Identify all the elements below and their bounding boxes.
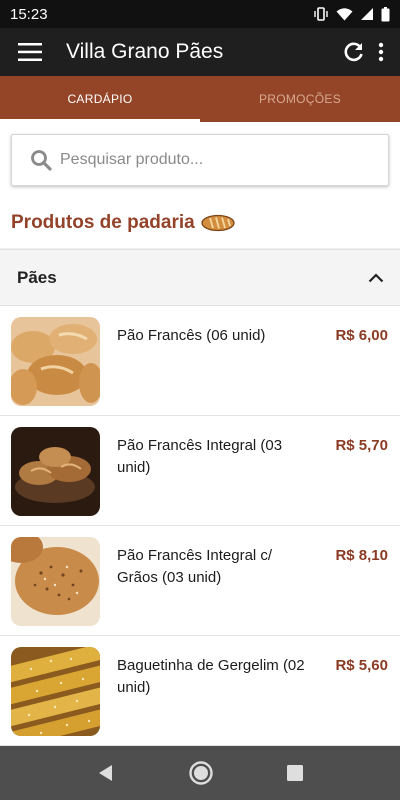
product-price: R$ 5,60 [335, 657, 388, 674]
product-list: Pão Francês (06 unid) R$ 6,00 Pão Francê… [0, 306, 400, 746]
more-vert-icon[interactable] [368, 28, 394, 76]
product-name: Pão Francês Integral (03 unid) [117, 437, 283, 476]
product-price: R$ 8,10 [335, 547, 388, 564]
app-title: Villa Grano Pães [66, 40, 224, 63]
product-image [11, 317, 100, 406]
category-title: Pães [17, 267, 57, 287]
product-item[interactable]: Pão Francês Integral (03 unid) R$ 5,70 [0, 416, 400, 526]
product-price: R$ 6,00 [335, 327, 388, 344]
refresh-icon[interactable] [340, 28, 368, 76]
tab-promocoes[interactable]: PROMOÇÕES [200, 76, 400, 122]
back-icon[interactable] [96, 763, 116, 783]
product-item[interactable]: Baguetinha de Gergelim (02 unid) R$ 5,60 [0, 636, 400, 746]
status-bar: 15:23 [0, 0, 400, 28]
status-time: 15:23 [10, 5, 48, 23]
section-title: Produtos de padaria [0, 198, 400, 248]
section-title-text: Produtos de padaria [11, 212, 195, 233]
tab-bar: CARDÁPIO PROMOÇÕES [0, 76, 400, 122]
product-image [11, 647, 100, 736]
vibrate-icon [314, 7, 328, 21]
app-bar: Villa Grano Pães [0, 28, 400, 76]
search-icon [31, 150, 52, 171]
product-image [11, 427, 100, 516]
recents-icon[interactable] [286, 764, 304, 782]
product-name: Pão Francês (06 unid) [117, 327, 266, 344]
chevron-up-icon[interactable] [368, 272, 384, 283]
product-price: R$ 5,70 [335, 437, 388, 454]
battery-icon [381, 6, 390, 21]
wifi-icon [336, 8, 353, 21]
system-nav-bar [0, 746, 400, 800]
search-area [0, 122, 400, 198]
search-box[interactable] [11, 134, 389, 186]
status-icons [313, 6, 390, 22]
product-name: Pão Francês Integral c/ Grãos (03 unid) [117, 547, 273, 586]
product-item[interactable]: Pão Francês (06 unid) R$ 6,00 [0, 306, 400, 416]
signal-icon [361, 8, 373, 20]
tab-cardapio[interactable]: CARDÁPIO [0, 76, 200, 122]
product-image [11, 537, 100, 626]
bread-icon [201, 214, 235, 232]
menu-icon[interactable] [0, 28, 60, 76]
product-name: Baguetinha de Gergelim (02 unid) [117, 657, 305, 696]
category-header[interactable]: Pães [0, 249, 400, 306]
product-item[interactable]: Pão Francês Integral c/ Grãos (03 unid) … [0, 526, 400, 636]
search-input[interactable] [60, 151, 360, 169]
home-icon[interactable] [188, 760, 214, 786]
